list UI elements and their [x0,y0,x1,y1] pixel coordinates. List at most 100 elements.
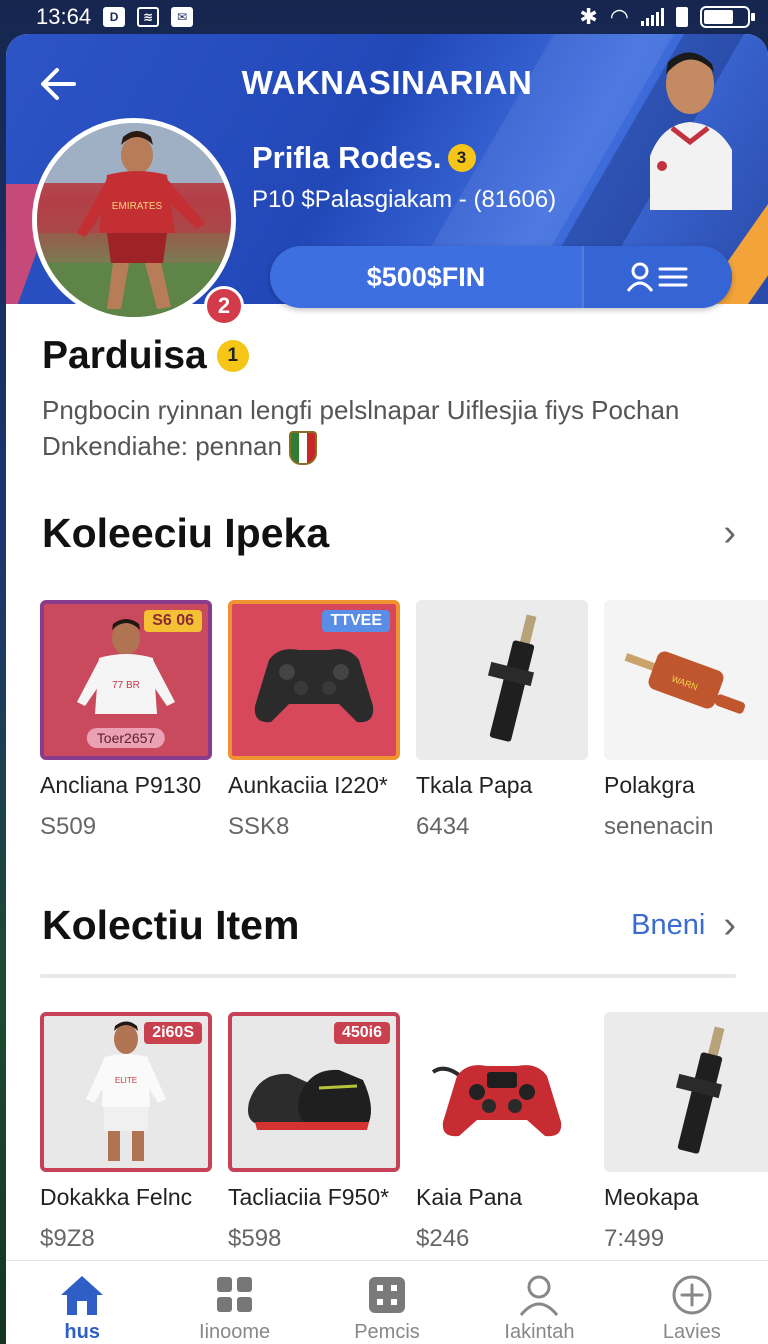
item-card[interactable]: 450i6 Tacliaciia F950* $598 [228,1012,400,1253]
profile-info: Parduisa 1 Pngbocin ryinnan lengfi pelsl… [42,334,742,466]
boots-icon [248,1069,371,1130]
tool-icon [487,614,537,742]
bluetooth-icon: ✱ [579,4,598,29]
avatar-image: EMIRATES [32,118,236,322]
avatar[interactable]: EMIRATES 2 [32,118,244,326]
item-thumbnail [416,1012,588,1172]
bottom-navigation: hus Iinoome Pemcis Iakintah Lavies [6,1260,768,1344]
notification-badge: 2 [204,286,244,326]
grid-icon [216,1277,252,1312]
item-thumbnail: 450i6 [228,1012,400,1172]
svg-text:EMIRATES: EMIRATES [112,201,163,212]
box-icon [369,1277,406,1313]
profile-subtitle: P10 $Palasgiakam - (81606) [252,186,557,213]
add-circle-icon [672,1275,712,1315]
bio-line: Pngbocin ryinnan lengfi pelslnapar Uifle… [42,395,680,425]
player-name-tag: Toer2657 [86,728,166,748]
item-thumbnail: ELITE 2i60S [40,1012,212,1172]
item-thumbnail: WARN [604,600,768,760]
chevron-right-icon: › [723,904,736,946]
gamepad-icon [254,649,374,723]
notification-icon: D [103,7,126,27]
item-card[interactable]: 77 BR S6 06 Toer2657 Ancliana P9130 S509 [40,600,212,841]
tool-icon [675,1026,725,1154]
svg-text:ELITE: ELITE [115,1076,137,1085]
item-price: $9Z8 [40,1225,95,1252]
divider [40,974,736,978]
nav-label: hus [64,1321,100,1343]
item-price: 7:499 [604,1225,665,1252]
section-header-2: Kolectiu Item Bneni › [42,902,736,949]
image-icon: ≋ [137,7,160,27]
player-photo [650,52,732,210]
item-price: senenacin [604,813,714,840]
user-icon [520,1275,559,1316]
player-avatar-illustration: EMIRATES [37,123,231,317]
nav-label: Lavies [662,1321,721,1343]
status-time: 13:64 [36,4,92,29]
item-title: Kaia Pana [416,1184,523,1210]
level-badge: 3 [447,144,476,172]
section-header-1: Koleeciu Ipeka › [42,510,736,557]
profile-menu-button[interactable] [582,246,732,308]
item-title: Aunkaciia I220* [228,772,388,798]
device-icon: WARN [624,651,746,714]
item-title: Polakgra [604,772,695,798]
gamepad-icon [431,1065,562,1137]
item-price: $246 [416,1225,470,1252]
battery-icon [700,6,755,28]
item-card[interactable]: Kaia Pana $246 [416,1012,588,1253]
profile-display-name: Parduisa [42,334,207,377]
item-row-1: 77 BR S6 06 Toer2657 Ancliana P9130 S509… [40,600,768,841]
item-thumbnail [416,600,588,760]
chevron-right-icon[interactable]: › [723,512,736,555]
nav-item-home[interactable]: hus [6,1261,158,1344]
item-tag: S6 06 [144,610,202,632]
user-list-icon [626,262,688,292]
item-tag: TTVEE [322,610,390,632]
mail-icon: ✉ [171,7,194,27]
svg-text:77 BR: 77 BR [112,680,140,691]
item-card[interactable]: Tkala Papa 6434 [416,600,588,841]
item-tag: 2i60S [144,1022,202,1044]
item-price: $598 [228,1225,282,1252]
item-title: Tkala Papa [416,772,533,798]
nav-label: Iakintah [504,1321,575,1343]
item-title: Ancliana P9130 [40,772,202,798]
item-thumbnail: TTVEE [228,600,400,760]
nav-item-income[interactable]: Iinoome [158,1261,310,1344]
nav-label: Pemcis [354,1321,420,1343]
item-thumbnail [604,1012,768,1172]
rank-badge: 1 [216,340,249,372]
item-title: Dokakka Felnc [40,1184,193,1210]
club-crest-icon [289,431,318,466]
item-row-2: ELITE 2i60S Dokakka Felnc $9Z8 450i6 Tac… [40,1012,768,1253]
see-all-link[interactable]: Bneni › [631,904,736,947]
item-price: SSK8 [228,813,290,840]
profile-bio: Pngbocin ryinnan lengfi pelslnapar Uifle… [42,392,742,466]
nav-item-pemcis[interactable]: Pemcis [311,1261,463,1344]
signal-icon [641,8,664,26]
section-title: Kolectiu Item [42,902,300,948]
item-price: S509 [40,813,97,840]
wifi-icon: ◠ [609,4,629,29]
item-title: Tacliaciia F950* [228,1184,390,1210]
profile-name-text: Prifla Rodes. [252,140,442,175]
nav-label: Iinoome [199,1321,271,1343]
profile-name: Prifla Rodes. 3 [252,140,476,176]
item-card[interactable]: WARN Polakgra senenacin [604,600,768,841]
status-bar: 13:64 D ≋ ✉ ✱ ◠ [0,0,768,34]
item-card[interactable]: TTVEE Aunkaciia I220* SSK8 [228,600,400,841]
item-card[interactable]: Meokapa 7:499 [604,1012,768,1253]
item-title: Meokapa [604,1184,699,1210]
item-card[interactable]: ELITE 2i60S Dokakka Felnc $9Z8 [40,1012,212,1253]
nav-item-more[interactable]: Lavies [616,1261,768,1344]
see-all-label: Bneni [631,909,706,941]
nav-item-account[interactable]: Iakintah [463,1261,615,1344]
item-thumbnail: 77 BR S6 06 Toer2657 [40,600,212,760]
balance-button[interactable]: $500$FIN [270,246,582,308]
home-icon [61,1276,104,1315]
item-price: 6434 [416,813,470,840]
sim-icon [676,7,688,27]
section-title: Koleeciu Ipeka [42,510,330,556]
